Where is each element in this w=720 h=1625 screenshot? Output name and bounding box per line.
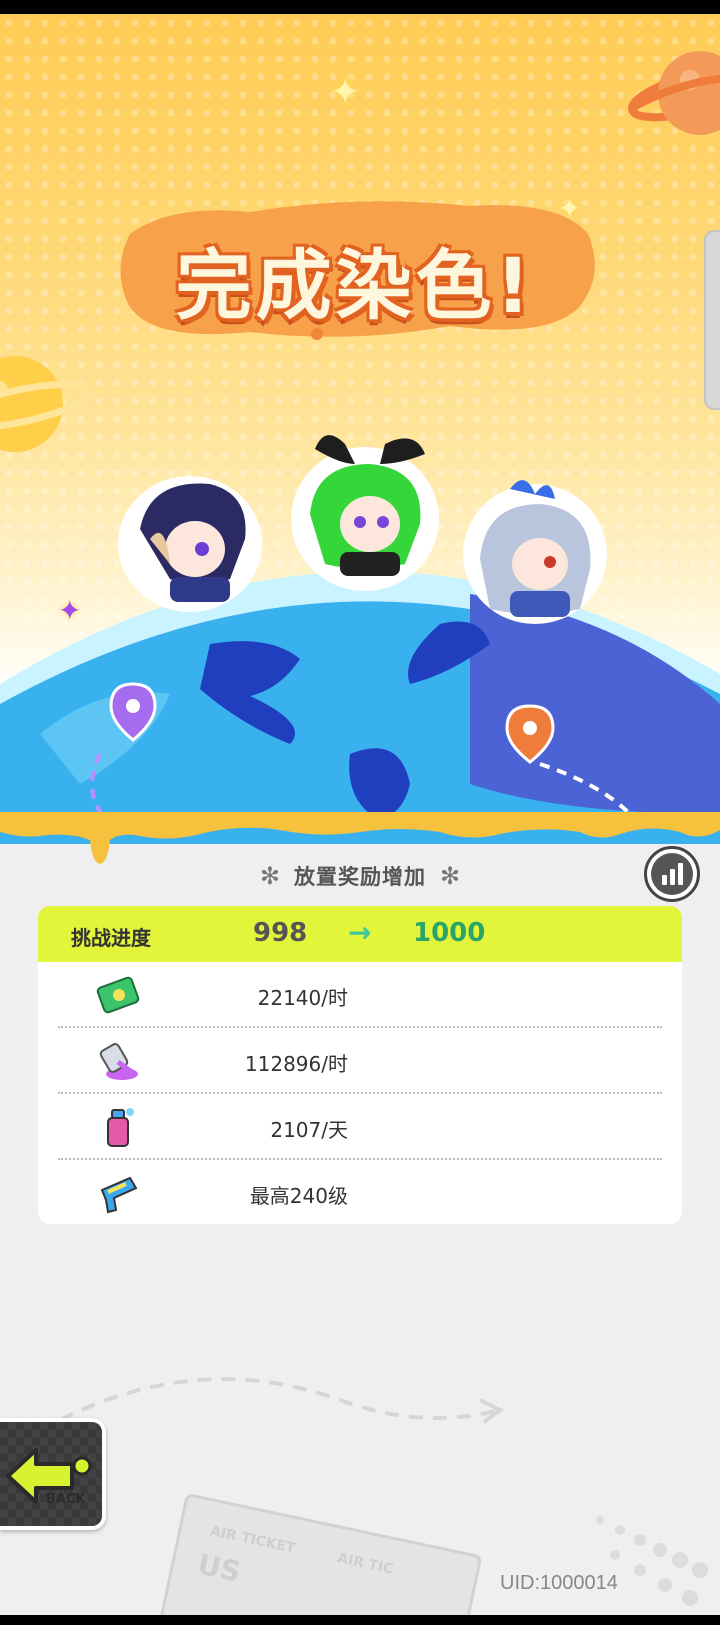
rewards-title: 放置奖励增加 (294, 865, 426, 889)
status-bar (0, 0, 720, 14)
arrow-right-icon: → (348, 916, 372, 949)
sparkle-icon: ✦ (330, 72, 361, 113)
progress-header: 挑战进度 998 → 1000 (38, 906, 682, 962)
planet-icon (628, 51, 720, 135)
character-dark-hair (118, 476, 262, 612)
flower-icon: ✻ (259, 862, 280, 890)
spray-can-icon (107, 1108, 134, 1147)
sparkle-icon: ✦ (58, 594, 82, 627)
paint-bucket-icon (99, 1043, 138, 1080)
reward-value: 2107/天 (270, 1118, 348, 1142)
rewards-header: ✻ 放置奖励增加 ✻ (0, 856, 720, 896)
side-drawer-tab[interactable] (704, 230, 720, 410)
back-button[interactable]: BACK (0, 1418, 106, 1530)
stats-button[interactable] (644, 846, 700, 902)
nav-bar (0, 1615, 720, 1625)
progress-from: 998 (253, 918, 308, 948)
flower-icon: ✻ (440, 862, 461, 890)
reward-row: 2107/天 (38, 1094, 682, 1160)
page-title: 完成染色! (175, 241, 535, 330)
back-label: BACK (46, 1492, 86, 1507)
reward-value: 22140/时 (257, 986, 348, 1010)
reward-row: 112896/时 (38, 1028, 682, 1094)
uid-label: UID:1000014 (500, 1572, 618, 1594)
title-badge: 完成染色! (110, 194, 600, 354)
celebration-banner: ✦ ✦ 完成染色! ✦ (0, 14, 720, 844)
planet-icon (0, 356, 90, 452)
progress-to: 1000 (413, 918, 486, 948)
cash-icon (96, 976, 140, 1014)
character-silver-hair (463, 480, 607, 624)
paint-gun-icon (100, 1176, 138, 1214)
reward-row: 22140/时 (38, 962, 682, 1028)
rewards-panel: 挑战进度 998 → 1000 22140/时 112896/时 2107/天 (38, 906, 682, 1224)
reward-value: 最高240级 (249, 1184, 348, 1208)
reward-value: 112896/时 (244, 1052, 348, 1076)
progress-label: 挑战进度 (71, 926, 151, 950)
reward-row: 最高240级 (38, 1160, 682, 1224)
character-green-hair (291, 435, 439, 591)
bar-chart-icon (651, 853, 693, 895)
